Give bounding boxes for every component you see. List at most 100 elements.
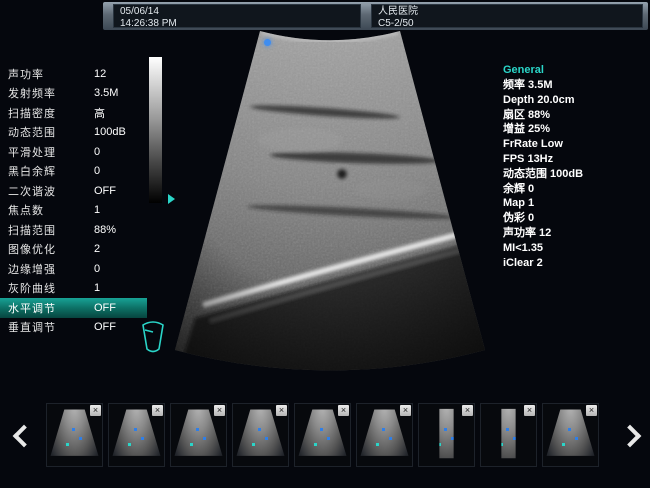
- param-value: 0: [94, 146, 100, 158]
- thumbnail[interactable]: ×: [356, 403, 413, 467]
- param-label: 二次谐波: [8, 183, 94, 199]
- thumbnail[interactable]: ×: [46, 403, 103, 467]
- caliper-marks-icon: [134, 428, 137, 431]
- probe-model: C5-2/50: [378, 18, 636, 30]
- caliper-marks-icon: [568, 428, 571, 431]
- focus-marker-icon[interactable]: [168, 194, 175, 204]
- caliper-marks-icon: [258, 428, 261, 431]
- param-value: OFF: [94, 185, 116, 197]
- caliper-marks-icon: [382, 428, 385, 431]
- param-row[interactable]: 垂直调节 OFF: [0, 318, 147, 338]
- thumbnail[interactable]: ×: [480, 403, 537, 467]
- param-value: 1: [94, 282, 100, 294]
- param-label: 黑白余辉: [8, 163, 94, 179]
- info-line: 声功率 12: [503, 226, 583, 241]
- param-value: 0: [94, 165, 100, 177]
- param-row[interactable]: 焦点数 1: [0, 201, 147, 221]
- param-value: OFF: [94, 302, 116, 314]
- thumbnail-list: × × × × × × × × ×: [46, 403, 599, 467]
- caliper-marks-icon: [72, 428, 75, 431]
- caliper-marks-icon: [506, 428, 509, 431]
- body-marker-icon: [138, 318, 168, 356]
- prev-arrow-button[interactable]: [10, 424, 34, 448]
- param-row[interactable]: 平滑处理 0: [0, 142, 147, 162]
- param-label: 平滑处理: [8, 144, 94, 160]
- param-label: 焦点数: [8, 202, 94, 218]
- time-text: 14:26:38 PM: [120, 18, 354, 30]
- param-value: 1: [94, 204, 100, 216]
- hospital-name: 人民医院: [378, 6, 636, 18]
- topbar: 05/06/14 14:26:38 PM 人民医院 C5-2/50: [103, 2, 648, 30]
- thumbnail-close-button[interactable]: ×: [90, 405, 101, 416]
- thumbnail[interactable]: ×: [294, 403, 351, 467]
- datetime-cell: 05/06/14 14:26:38 PM: [113, 4, 361, 28]
- caliper-marks-icon: [444, 428, 447, 431]
- param-row[interactable]: 扫描范围 88%: [0, 220, 147, 240]
- info-line: Depth 20.0cm: [503, 93, 583, 108]
- param-label: 图像优化: [8, 241, 94, 257]
- info-line: 扇区 88%: [503, 108, 583, 123]
- param-row[interactable]: 声功率 12: [0, 64, 147, 84]
- param-row[interactable]: 边缘增强 0: [0, 259, 147, 279]
- cursor-dot-icon: [264, 39, 271, 46]
- thumbnail[interactable]: ×: [418, 403, 475, 467]
- thumbnail-close-button[interactable]: ×: [214, 405, 225, 416]
- image-info-panel: General 频率 3.5MDepth 20.0cm扇区 88%增益 25%F…: [503, 63, 583, 270]
- param-label: 灰阶曲线: [8, 280, 94, 296]
- param-value: 88%: [94, 224, 116, 236]
- param-value: 高: [94, 105, 105, 121]
- thumbnail-close-button[interactable]: ×: [152, 405, 163, 416]
- info-line: 频率 3.5M: [503, 78, 583, 93]
- info-line: Map 1: [503, 196, 583, 211]
- param-row[interactable]: 扫描密度 高: [0, 103, 147, 123]
- param-label: 发射频率: [8, 85, 94, 101]
- caliper-marks-icon: [196, 428, 199, 431]
- param-row[interactable]: 黑白余辉 0: [0, 162, 147, 182]
- grayscale-bar: [149, 57, 162, 203]
- param-label: 扫描范围: [8, 222, 94, 238]
- preset-title: General: [503, 63, 583, 78]
- param-row[interactable]: 动态范围 100dB: [0, 123, 147, 143]
- info-line: FrRate Low: [503, 137, 583, 152]
- thumbnail[interactable]: ×: [232, 403, 289, 467]
- param-row[interactable]: 水平调节 OFF: [0, 298, 147, 318]
- thumbnail[interactable]: ×: [542, 403, 599, 467]
- param-value: 3.5M: [94, 87, 118, 99]
- param-label: 边缘增强: [8, 261, 94, 277]
- thumbnail-close-button[interactable]: ×: [524, 405, 535, 416]
- thumbnail[interactable]: ×: [170, 403, 227, 467]
- param-label: 垂直调节: [8, 319, 94, 335]
- param-value: 0: [94, 263, 100, 275]
- ultrasound-app: 05/06/14 14:26:38 PM 人民医院 C5-2/50: [0, 0, 650, 488]
- param-label: 水平调节: [8, 300, 94, 316]
- thumbnail[interactable]: ×: [108, 403, 165, 467]
- info-line: 余辉 0: [503, 182, 583, 197]
- param-value: 100dB: [94, 126, 126, 138]
- param-value: 12: [94, 68, 106, 80]
- hospital-cell: 人民医院 C5-2/50: [371, 4, 643, 28]
- caliper-marks-icon: [320, 428, 323, 431]
- thumbnail-close-button[interactable]: ×: [586, 405, 597, 416]
- param-row[interactable]: 二次谐波 OFF: [0, 181, 147, 201]
- info-line: 增益 25%: [503, 122, 583, 137]
- info-line: 动态范围 100dB: [503, 167, 583, 182]
- param-value: 2: [94, 243, 100, 255]
- info-line: MI<1.35: [503, 241, 583, 256]
- param-label: 动态范围: [8, 124, 94, 140]
- param-label: 声功率: [8, 66, 94, 82]
- param-row[interactable]: 图像优化 2: [0, 240, 147, 260]
- info-line: 伪彩 0: [503, 211, 583, 226]
- date-text: 05/06/14: [120, 6, 354, 18]
- thumbnail-close-button[interactable]: ×: [400, 405, 411, 416]
- thumbnail-close-button[interactable]: ×: [462, 405, 473, 416]
- thumbnail-close-button[interactable]: ×: [338, 405, 349, 416]
- thumbnail-close-button[interactable]: ×: [276, 405, 287, 416]
- info-line: FPS 13Hz: [503, 152, 583, 167]
- param-value: OFF: [94, 321, 116, 333]
- thumbnail-strip: × × × × × × × × ×: [0, 402, 650, 474]
- parameter-panel: 声功率 12 发射频率 3.5M 扫描密度 高 动态范围 100dB 平滑处理 …: [0, 64, 147, 337]
- next-arrow-button[interactable]: [616, 424, 640, 448]
- param-label: 扫描密度: [8, 105, 94, 121]
- param-row[interactable]: 发射频率 3.5M: [0, 84, 147, 104]
- param-row[interactable]: 灰阶曲线 1: [0, 279, 147, 299]
